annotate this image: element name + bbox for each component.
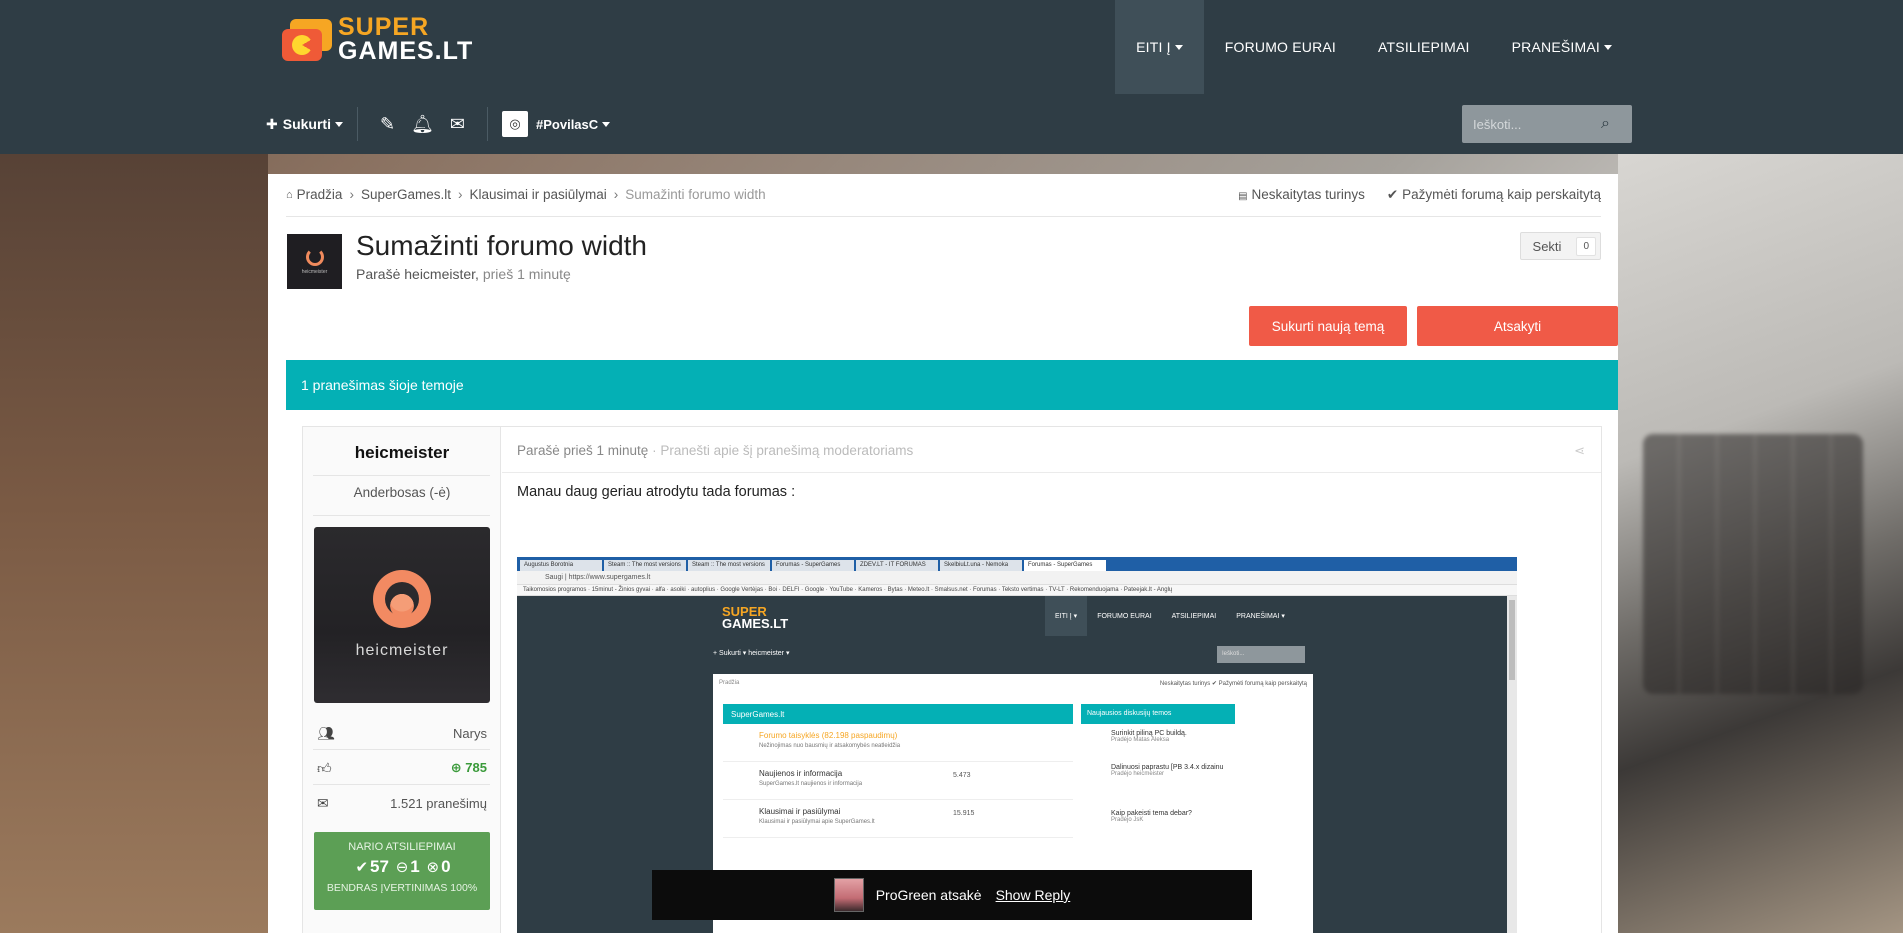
post-count-bar: 1 pranešimas šioje temoje [286,360,1618,410]
divider [286,216,1601,217]
plus-icon: ✚ [266,115,278,132]
create-button[interactable]: ✚ Sukurti [266,116,343,133]
search-icon[interactable]: ⌕ [1601,115,1610,133]
tickets-icon[interactable]: ✎ [380,114,395,135]
report-link[interactable]: · Pranešti apie šį pranešimą moderatoria… [652,443,913,458]
users-icon: 👥︎ [317,724,335,741]
author-logo-icon [373,570,431,628]
breadcrumb-current: Sumažinti forumo width [625,187,766,202]
logo-icon [282,15,334,63]
embedded-side-item: Kaip pakeisti tema debar? Pradėjo JsK [1111,810,1192,823]
nav-pranesimai[interactable]: PRANEŠIMAI [1491,0,1633,94]
embedded-nav: EITI Į ▾ FORUMO EURAI ATSILIEPIMAI PRANE… [1045,596,1295,636]
follow-count: 0 [1576,236,1596,256]
main-nav: EITI Į FORUMO EURAI ATSILIEPIMAI PRANEŠI… [1115,0,1633,94]
divider [313,749,490,750]
breadcrumb-klausimai[interactable]: Klausimai ir pasiūlymai [469,187,606,202]
top-header: SUPER GAMES.LT EITI Į FORUMO EURAI ATSIL… [0,0,1903,94]
author-avatar[interactable]: heicmeister [314,527,490,703]
x-circle-icon: ⊗ [426,859,440,876]
notifications-bell-icon[interactable]: 🔔︎ [411,114,434,135]
messages-envelope-icon[interactable]: ✉ [450,114,465,135]
embedded-forum-row: Naujienos ir informacija SuperGames.lt n… [723,764,1073,800]
chevron-right-icon: › [613,187,619,202]
search-input[interactable] [1462,116,1597,132]
browser-tabs: Augustus Borotnia Steam :: The most vers… [517,557,1517,571]
divider [356,107,358,141]
embedded-forum-row: Forumo taisyklės (82.198 paspaudimų) Než… [723,726,1073,762]
post-meta: Parašė prieš 1 minutę · Pranešti apie šį… [517,443,914,458]
thumbs-up-icon: 👍︎ [317,759,332,776]
author-group: 👥︎ Narys [317,724,487,741]
reply-button[interactable]: Atsakyti [1417,306,1618,346]
post: heicmeister Anderbosas (-ė) heicmeister … [302,426,1602,933]
follow-button[interactable]: Sekti 0 [1519,232,1601,260]
divider [487,107,489,141]
user-avatar: ◎ [502,111,529,137]
embedded-side-item: Surinkit piliną PC buildą. Pradėjo Matas… [1111,730,1187,743]
reply-notification: ProGreen atsakė Show Reply [652,870,1252,920]
chevron-right-icon: › [349,187,354,202]
site-logo[interactable]: SUPER GAMES.LT [282,13,474,65]
breadcrumb-supergames[interactable]: SuperGames.lt [361,187,451,202]
author-logo-icon [305,248,324,266]
show-reply-link[interactable]: Show Reply [996,887,1071,903]
check-icon: ✔ [1386,187,1399,202]
avatar [833,878,864,912]
breadcrumb: ⌂ Pradžia › SuperGames.lt › Klausimai ir… [286,187,766,202]
chevron-down-icon [334,121,343,127]
chevron-right-icon: › [457,187,463,202]
embedded-logo: SUPER GAMES.LT [722,604,789,631]
background-right [1618,154,1903,933]
breadcrumb-actions: ▤ Neskaitytas turinys ✔ Pažymėti forumą ka… [1216,187,1601,203]
topic-meta: Parašė heicmeister, prieš 1 minutę [356,266,571,282]
unread-content-link[interactable]: ▤ Neskaitytas turinys [1238,187,1365,203]
author-name[interactable]: heicmeister [303,443,501,463]
main-content: ⌂ Pradžia › SuperGames.lt › Klausimai ir… [268,174,1618,933]
author-reputation: 👍︎ ⊕ 785 [317,759,487,776]
post-body: Manau daug geriau atrodytu tada forumas … [517,484,796,500]
divider [313,784,490,785]
divider [313,475,490,476]
chevron-down-icon [1604,44,1612,50]
nav-atsiliepimai[interactable]: ATSILIEPIMAI [1357,0,1491,94]
user-menu[interactable]: ◎ #PovilasC [502,111,611,137]
topic-author-avatar[interactable]: heicmeister [287,234,342,289]
logo-line2: GAMES.LT [338,37,474,65]
page-title: Sumažinti forumo width [356,230,648,261]
divider [313,515,490,516]
nav-eiti-i[interactable]: EITI Į [1115,0,1204,94]
envelope-icon: ✉ [317,794,329,811]
browser-bookmarks: Taikomosios programos · 15minut - Žinios… [517,585,1517,596]
share-icon[interactable]: ⋖ [1574,443,1585,459]
breadcrumb-home[interactable]: Pradžia [297,187,343,202]
chevron-down-icon [602,121,611,127]
post-author-panel: heicmeister Anderbosas (-ė) heicmeister … [303,427,501,933]
new-topic-button[interactable]: Sukurti naują temą [1249,306,1407,346]
member-feedback-box[interactable]: NARIO ATSILIEPIMAI ✔ 57 ⊖ 1 ⊗ 0 BENDRAS ĮVE… [314,832,490,910]
embedded-scrollbar [1507,596,1517,933]
background-left [0,154,268,933]
search-box: ⌕ [1462,105,1632,143]
background-keyboard [1643,434,1863,694]
logo-line1: SUPER [338,13,430,41]
author-rank: Anderbosas (-ė) [353,485,451,500]
home-icon: ⌂ [286,188,293,201]
mark-read-link[interactable]: ✔ Pažymėti forumą kaip perskaitytą [1387,187,1601,203]
embedded-forum-row: Klausimai ir pasiūlymai Klausimai ir pas… [723,802,1073,838]
minus-circle-icon: ⊖ [395,859,409,876]
divider [502,472,1601,473]
user-bar: ✚ Sukurti ✎ 🔔︎ ✉ ◎ #PovilasC ⌕ [0,94,1903,154]
author-posts: ✉ 1.521 pranešimų [317,794,487,811]
plus-circle-icon: ⊕ [450,760,466,775]
check-circle-icon: ✔ [355,859,369,876]
browser-address-bar: Saugi | https://www.supergames.lt [517,571,1517,585]
newspaper-icon: ▤ [1238,191,1248,202]
chevron-down-icon [1174,44,1183,50]
embedded-side-item: Dalinuosi paprastu [PB 3.4.x dizainu Pra… [1111,764,1224,777]
nav-forumo-eurai[interactable]: FORUMO EURAI [1204,0,1357,94]
